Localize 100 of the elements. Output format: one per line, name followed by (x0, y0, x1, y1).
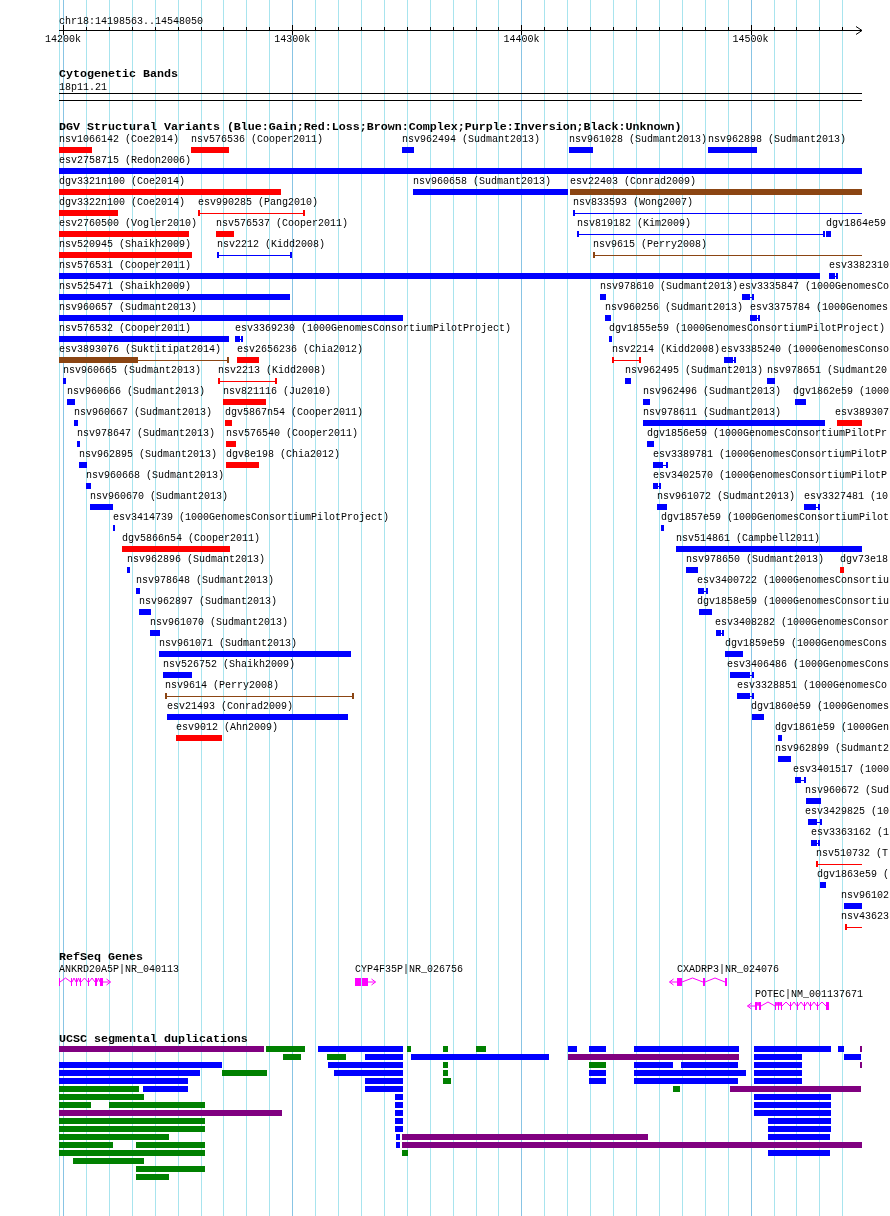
variant-label: nsv960667 (Sudmant2013) (74, 407, 213, 419)
track-title: UCSC segmental duplications (59, 1033, 248, 1046)
variant-label: esv3402570 (1000GenomesConsortiumPilotP (653, 470, 888, 482)
variant-label: nsv833593 (Wong2007) (573, 197, 694, 209)
variant-label: nsv960670 (Sudmant2013) (90, 491, 229, 503)
variant-label: esv3363162 (1 (811, 827, 889, 839)
variant-label: dgv1859e59 (1000GenomesCons (725, 638, 888, 650)
variant-label: nsv961070 (Sudmant2013) (150, 617, 289, 629)
variant-label: esv2758715 (Redon2006) (59, 155, 192, 167)
variant-label: nsv576536 (Cooper2011) (191, 134, 324, 146)
variant-label: esv3327481 (10 (804, 491, 888, 503)
variant-label: nsv978611 (Sudmant2013) (643, 407, 782, 419)
variant-label: nsv962495 (Sudmant2013) (625, 365, 764, 377)
variant-label: esv990285 (Pang2010) (198, 197, 319, 209)
variant-label: nsv960666 (Sudmant2013) (67, 386, 206, 398)
variant-label: nsv978610 (Sudmant2013) (600, 281, 739, 293)
variant-label: esv3369230 (1000GenomesConsortiumPilotProject) (235, 323, 512, 335)
variant-label: esv3414739 (1000GenomesConsortiumPilotProject) (113, 512, 390, 524)
variant-label: nsv961072 (Sudmant2013) (657, 491, 796, 503)
variant-label: esv3375784 (1000Genomes (750, 302, 889, 314)
variant-label: dgv1863e59 ( (817, 869, 889, 881)
variant-label: dgv5867n54 (Cooper2011) (225, 407, 364, 419)
variant-label: nsv962895 (Sudmant2013) (79, 449, 218, 461)
track-title: RefSeq Genes (59, 951, 143, 964)
variant-label: nsv961028 (Sudmant2013) (569, 134, 708, 146)
variant-label: nsv819182 (Kim2009) (577, 218, 692, 230)
variant-label: nsv576531 (Cooper2011) (59, 260, 192, 272)
variant-label: nsv978651 (Sudmant20 (767, 365, 888, 377)
variant-label: esv3401517 (1000 (793, 764, 889, 776)
variant-label: dgv1855e59 (1000GenomesConsortiumPilotProject) (609, 323, 886, 335)
variant-label: nsv821116 (Ju2010) (223, 386, 332, 398)
tick-label: 14500k (732, 34, 769, 46)
tick-label: 14300k (274, 34, 311, 46)
variant-label: esv3400722 (1000GenomesConsortiu (697, 575, 890, 587)
track-title: Cytogenetic Bands (59, 67, 178, 81)
variant-label: dgv1862e59 (1000 (793, 386, 889, 398)
variant-label: esv389307 (835, 407, 889, 419)
variant-label: nsv962898 (Sudmant2013) (708, 134, 847, 146)
variant-label: dgv1856e59 (1000GenomesConsortiumPilotPr (647, 428, 888, 440)
variant-label: esv3408282 (1000GenomesConsor (715, 617, 890, 629)
variant-label: esv22403 (Conrad2009) (570, 176, 697, 188)
variant-label: esv3335847 (1000GenomesCo (739, 281, 890, 293)
variant-label: esv2656236 (Chia2012) (237, 344, 364, 356)
variant-label: nsv2213 (Kidd2008) (218, 365, 327, 377)
gene-label: CXADRP3|NR_024076 (677, 964, 780, 976)
variant-label: dgv1860e59 (1000Genomes (751, 701, 890, 713)
variant-label: nsv576537 (Cooper2011) (216, 218, 349, 230)
variant-label: nsv962896 (Sudmant2013) (127, 554, 266, 566)
variant-label: esv3429825 (10 (805, 806, 889, 818)
variant-label: dgv1857e59 (1000GenomesConsortiumPilot (661, 512, 890, 524)
variant-label: nsv526752 (Shaikh2009) (163, 659, 296, 671)
variant-label: nsv978648 (Sudmant2013) (136, 575, 275, 587)
variant-label: esv3328851 (1000GenomesCo (737, 680, 888, 692)
variant-label: dgv1861e59 (1000Gen (775, 722, 890, 734)
variant-label: nsv9614 (Perry2008) (165, 680, 280, 692)
variant-label: nsv520945 (Shaikh2009) (59, 239, 192, 251)
variant-label: esv9012 (Ahn2009) (176, 722, 279, 734)
gene-label: CYP4F35P|NR_026756 (355, 964, 464, 976)
location-label: chr18:14198563..14548050 (59, 16, 204, 28)
variant-label: nsv1066142 (Coe2014) (59, 134, 180, 146)
variant-label: nsv960657 (Sudmant2013) (59, 302, 198, 314)
gene-label: POTEC|NM_001137671 (755, 989, 864, 1001)
variant-label: dgv73e18 (840, 554, 888, 566)
variant-label: nsv961071 (Sudmant2013) (159, 638, 298, 650)
variant-label: nsv960668 (Sudmant2013) (86, 470, 225, 482)
variant-label: nsv962494 (Sudmant2013) (402, 134, 541, 146)
variant-label: nsv962496 (Sudmant2013) (643, 386, 782, 398)
tick-label: 14400k (503, 34, 540, 46)
variant-label: esv3893076 (Suktitipat2014) (59, 344, 222, 356)
variant-label: nsv962899 (Sudmant2 (775, 743, 890, 755)
gene-label: ANKRD20A5P|NR_040113 (59, 964, 180, 976)
variant-label: nsv514861 (Campbell2011) (676, 533, 821, 545)
track-title: DGV Structural Variants (Blue:Gain;Red:Loss;Brown:Complex;Purple:Inversion;Black:Unknown) (59, 120, 682, 134)
variant-label: nsv960672 (Sud (805, 785, 889, 797)
variant-label: dgv3321n100 (Coe2014) (59, 176, 186, 188)
variant-label: esv2760500 (Vogler2010) (59, 218, 198, 230)
variant-label: esv3389781 (1000GenomesConsortiumPilotP (653, 449, 888, 461)
variant-label: nsv978650 (Sudmant2013) (686, 554, 825, 566)
variant-label: dgv1858e59 (1000GenomesConsortiu (697, 596, 890, 608)
tick-label: 14200k (45, 34, 81, 46)
variant-label: nsv978647 (Sudmant2013) (77, 428, 216, 440)
variant-label: nsv2214 (Kidd2008) (612, 344, 721, 356)
variant-label: nsv525471 (Shaikh2009) (59, 281, 192, 293)
variant-label: esv3385240 (1000GenomesConso (721, 344, 890, 356)
variant-label: nsv96102 (841, 890, 889, 902)
band-label: 18p11.21 (59, 82, 107, 94)
variant-label: nsv960658 (Sudmant2013) (413, 176, 552, 188)
variant-label: dgv1864e59 (826, 218, 886, 230)
variant-label: esv3382310 (829, 260, 889, 272)
variant-label: esv3406486 (1000GenomesCons (727, 659, 890, 671)
variant-label: nsv43623 (841, 911, 889, 923)
variant-label: dgv5866n54 (Cooper2011) (122, 533, 261, 545)
variant-label: nsv576540 (Cooper2011) (226, 428, 359, 440)
variant-label: dgv8e198 (Chia2012) (226, 449, 341, 461)
variant-label: esv21493 (Conrad2009) (167, 701, 294, 713)
variant-label: nsv960665 (Sudmant2013) (63, 365, 202, 377)
variant-label: nsv9615 (Perry2008) (593, 239, 708, 251)
variant-label: nsv962897 (Sudmant2013) (139, 596, 278, 608)
variant-label: nsv960256 (Sudmant2013) (605, 302, 744, 314)
variant-label: dgv3322n100 (Coe2014) (59, 197, 186, 209)
